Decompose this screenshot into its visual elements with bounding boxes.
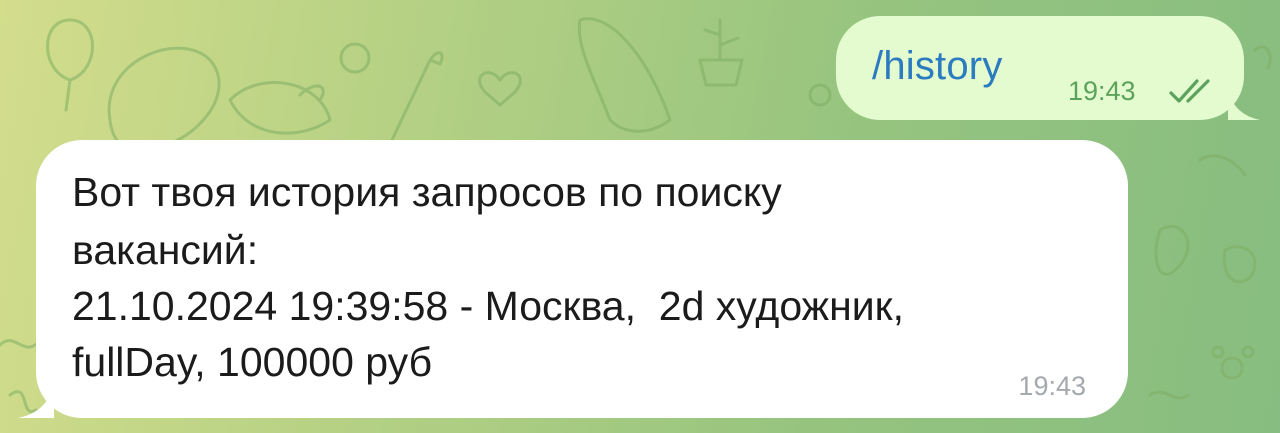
incoming-bubble-tail	[18, 384, 54, 418]
message-text-line-4: fullDay, 100000 руб	[72, 339, 433, 385]
incoming-message-time: 19:43	[1018, 371, 1086, 401]
outgoing-message-bubble[interactable]: /history 19:43	[836, 16, 1260, 120]
outgoing-bubble-tail	[1228, 90, 1260, 120]
message-text-line-3: 21.10.2024 19:39:58 - Москва, 2d художни…	[72, 283, 904, 329]
incoming-message-bubble[interactable]: Вот твоя история запросов по поиску вака…	[18, 140, 1128, 418]
chat-background: /history 19:43 Вот твоя история запросов…	[0, 0, 1280, 433]
outgoing-message-time: 19:43	[1068, 76, 1136, 106]
double-check-icon	[1169, 79, 1210, 103]
bot-command-link[interactable]: /history	[872, 44, 1003, 89]
message-text-line-2: вакансий:	[72, 227, 259, 273]
message-text-line-1: Вот твоя история запросов по поиску	[72, 169, 782, 215]
